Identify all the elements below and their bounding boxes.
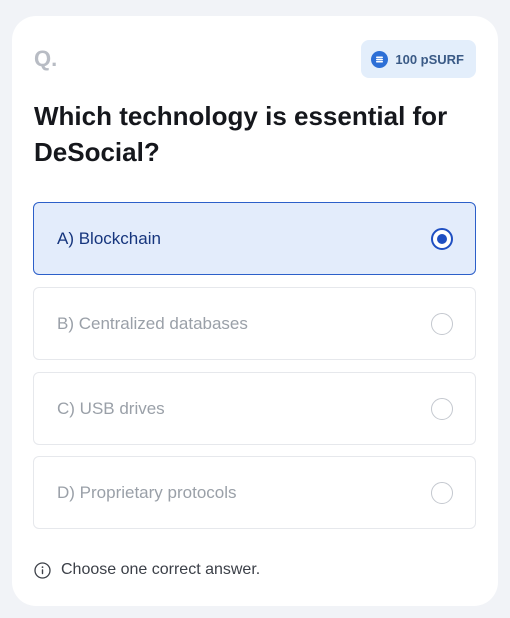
instruction-hint: Choose one correct answer. [34,561,260,579]
option-a[interactable]: A) Blockchain [33,202,476,275]
radio-button[interactable] [431,312,453,335]
question-text: Which technology is essential for DeSoci… [34,101,448,167]
option-label: B) Centralized databases [57,313,248,333]
coin-icon [371,50,389,68]
info-icon [34,561,51,579]
option-label: C) USB drives [57,398,165,418]
radio-button-selected[interactable] [431,227,453,250]
reward-amount: 100 pSURF [395,51,464,67]
radio-button[interactable] [431,397,453,420]
option-label: A) Blockchain [57,228,161,248]
question-marker: Q. [34,46,58,71]
reward-badge: 100 pSURF [361,40,476,78]
quiz-card: Q. 100 pSURF Which technology is essenti… [12,16,498,606]
option-c[interactable]: C) USB drives [33,372,476,445]
option-d[interactable]: D) Proprietary protocols [33,456,476,529]
option-b[interactable]: B) Centralized databases [33,287,476,360]
option-label: D) Proprietary protocols [57,482,237,502]
radio-button[interactable] [431,481,453,504]
hint-text: Choose one correct answer. [61,561,261,578]
